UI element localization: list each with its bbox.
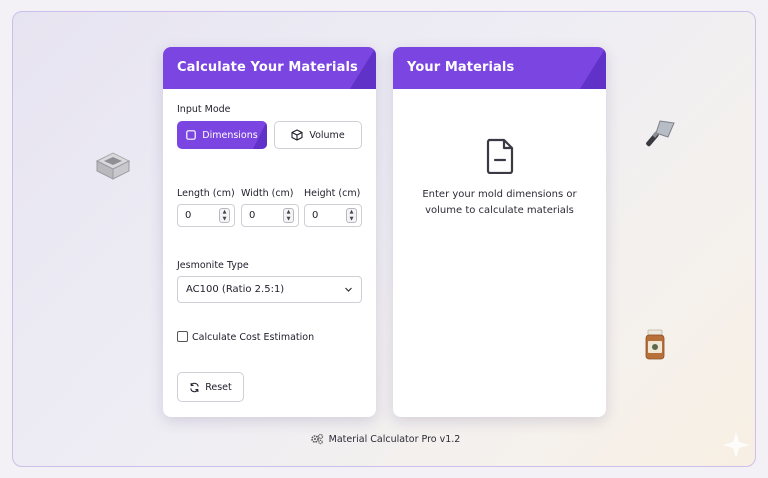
height-label: Height (cm) (304, 188, 361, 199)
input-mode-label: Input Mode (177, 104, 231, 115)
cost-estimation-label: Calculate Cost Estimation (192, 332, 315, 343)
mode-dimensions-button[interactable]: Dimensions (177, 121, 267, 149)
empty-state-message: Enter your mold dimensions or volume to … (393, 187, 606, 219)
length-value: 0 (185, 210, 192, 221)
footer: Material Calculator Pro v1.2 (13, 433, 755, 445)
height-value: 0 (312, 210, 319, 221)
results-card: Your Materials Enter your mold dimension… (393, 47, 606, 417)
calculator-card-title: Calculate Your Materials (177, 60, 358, 75)
width-value: 0 (249, 210, 256, 221)
document-icon (486, 138, 514, 174)
results-card-header: Your Materials (393, 47, 606, 89)
refresh-icon (190, 382, 199, 392)
empty-state-line-1: Enter your mold dimensions or (422, 189, 577, 200)
footer-text: Material Calculator Pro v1.2 (328, 433, 461, 445)
header-corner-accent (580, 47, 606, 89)
length-input[interactable]: 0 ▲ ▼ (177, 204, 235, 227)
reset-button[interactable]: Reset (177, 372, 244, 402)
reset-label: Reset (205, 381, 232, 393)
calculator-card: Calculate Your Materials Input Mode Dime… (163, 47, 376, 417)
results-card-title: Your Materials (407, 60, 515, 75)
button-corner-accent (253, 121, 267, 149)
width-spinner[interactable]: ▲ ▼ (283, 208, 294, 223)
square-icon (186, 130, 197, 140)
mold-box-icon (95, 152, 131, 180)
jesmonite-type-value: AC100 (Ratio 2.5:1) (186, 284, 285, 295)
empty-state-line-2: volume to calculate materials (425, 205, 574, 216)
mode-volume-label: Volume (309, 129, 345, 141)
jesmonite-type-label: Jesmonite Type (177, 260, 249, 271)
length-label: Length (cm) (177, 188, 235, 199)
jar-icon (645, 329, 665, 360)
width-label: Width (cm) (241, 188, 294, 199)
chevron-down-icon (345, 287, 352, 292)
mode-dimensions-label: Dimensions (202, 129, 258, 141)
height-input[interactable]: 0 ▲ ▼ (304, 204, 362, 227)
cube-icon (291, 129, 303, 141)
length-spinner[interactable]: ▲ ▼ (219, 208, 230, 223)
cost-estimation-checkbox[interactable] (177, 331, 188, 342)
mode-volume-button[interactable]: Volume (274, 121, 362, 149)
width-input[interactable]: 0 ▲ ▼ (241, 204, 299, 227)
height-spinner[interactable]: ▲ ▼ (346, 208, 357, 223)
jesmonite-type-select[interactable]: AC100 (Ratio 2.5:1) (177, 276, 362, 303)
calculator-card-header: Calculate Your Materials (163, 47, 376, 89)
app-frame: Calculate Your Materials Input Mode Dime… (12, 11, 756, 467)
spatula-icon (646, 120, 675, 147)
header-corner-accent (350, 47, 376, 89)
gears-icon (310, 433, 323, 445)
